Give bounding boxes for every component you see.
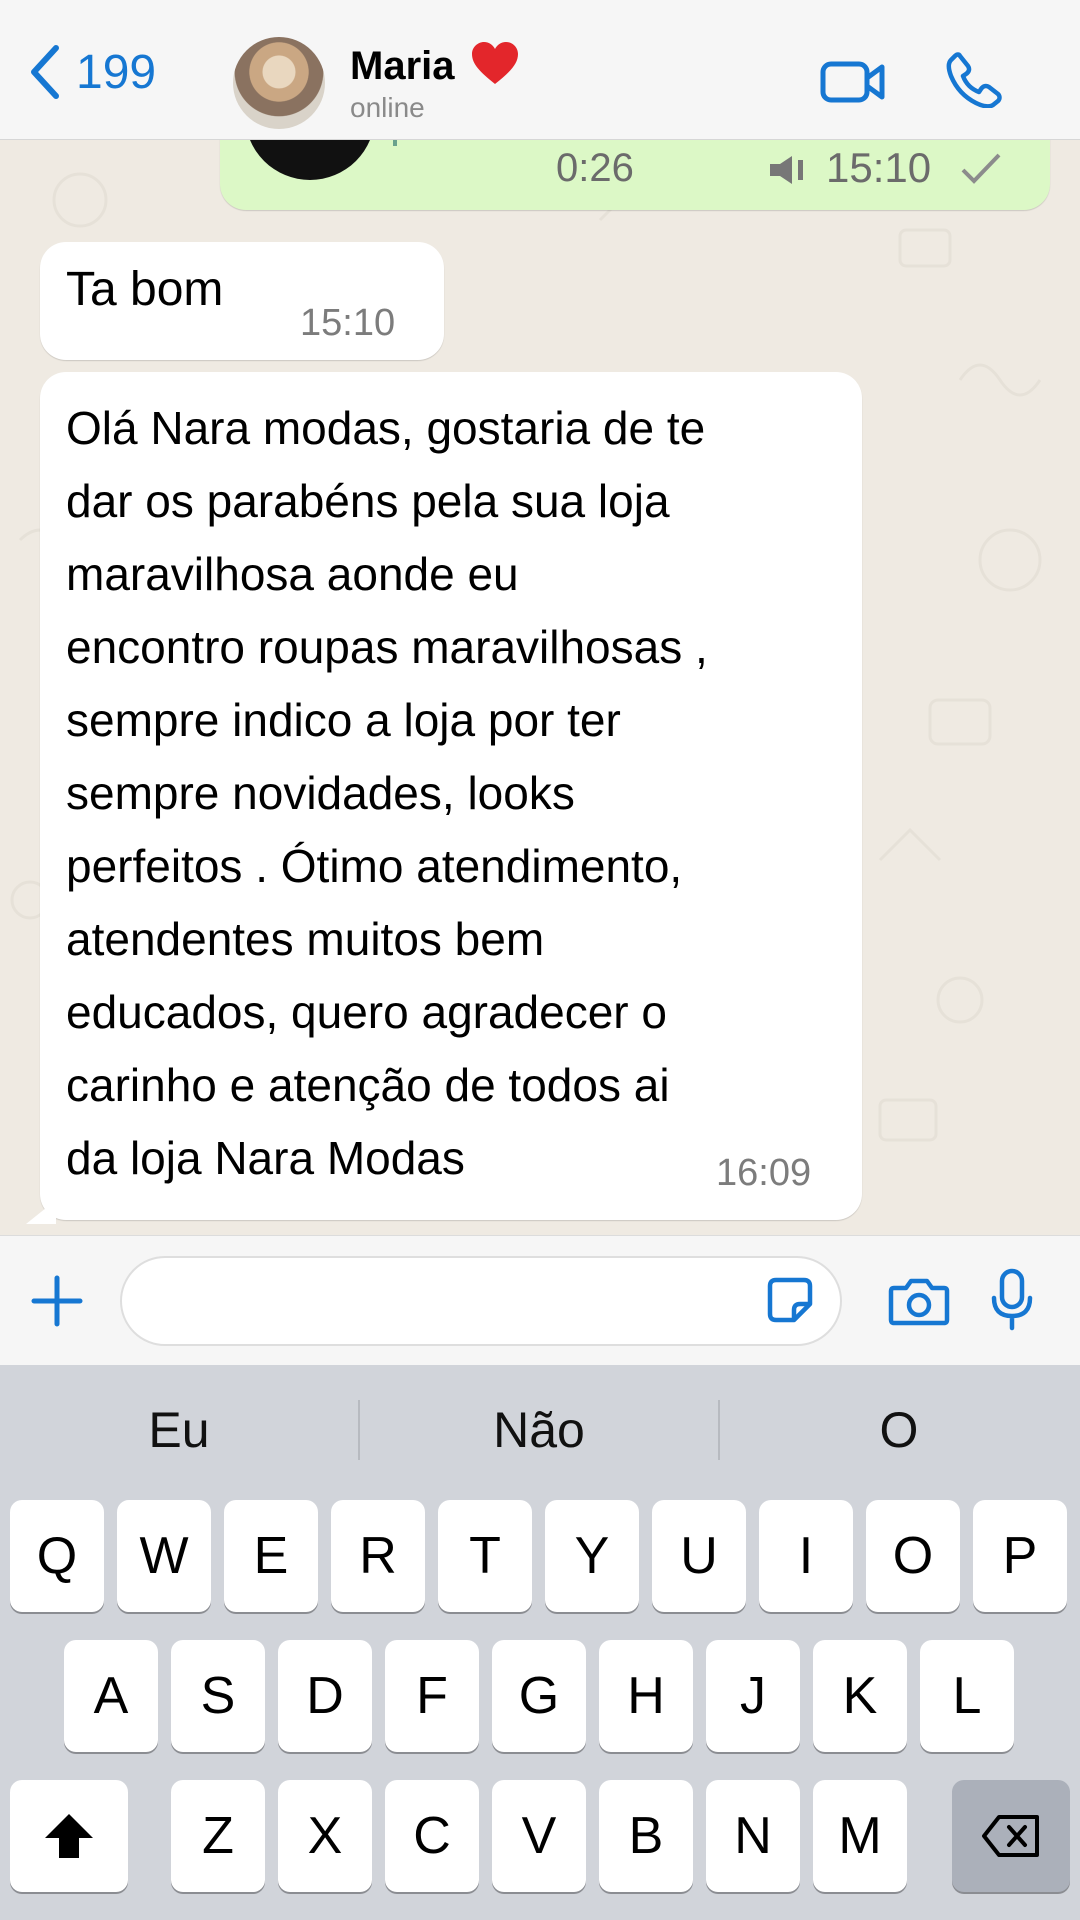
suggestion-item[interactable]: Não: [360, 1365, 718, 1495]
voice-avatar: [245, 140, 375, 180]
key-u[interactable]: U: [652, 1500, 746, 1612]
message-bubble[interactable]: Ta bom 15:10: [40, 242, 444, 360]
key-q[interactable]: Q: [10, 1500, 104, 1612]
speaker-icon: [770, 156, 803, 184]
chat-area[interactable]: 0:26 15:10 Ta bom 15:10 Olá Nara modas, …: [0, 140, 1080, 1235]
message-time: 16:09: [716, 1152, 812, 1194]
key-c[interactable]: C: [385, 1780, 479, 1892]
key-i[interactable]: I: [759, 1500, 853, 1612]
voice-duration: 0:26: [556, 146, 634, 190]
key-w[interactable]: W: [117, 1500, 211, 1612]
key-m[interactable]: M: [813, 1780, 907, 1892]
key-j[interactable]: J: [706, 1640, 800, 1752]
video-call-icon[interactable]: [820, 58, 886, 106]
key-v[interactable]: V: [492, 1780, 586, 1892]
key-l[interactable]: L: [920, 1640, 1014, 1752]
key-n[interactable]: N: [706, 1780, 800, 1892]
camera-icon[interactable]: [888, 1276, 950, 1326]
suggestion-item[interactable]: O: [720, 1365, 1078, 1495]
chevron-left-icon: [31, 45, 59, 99]
key-x[interactable]: X: [278, 1780, 372, 1892]
key-f[interactable]: F: [385, 1640, 479, 1752]
suggestion-bar: Eu Não O: [0, 1365, 1080, 1495]
heart-icon: [472, 42, 518, 84]
input-bar: [0, 1235, 1080, 1365]
shift-icon: [45, 1814, 93, 1858]
key-o[interactable]: O: [866, 1500, 960, 1612]
shift-key[interactable]: [10, 1780, 128, 1892]
unread-count: 199: [76, 45, 157, 99]
microphone-icon[interactable]: [990, 1268, 1034, 1332]
contact-status: online: [350, 92, 425, 123]
message-time: 15:10: [300, 302, 396, 344]
key-h[interactable]: H: [599, 1640, 693, 1752]
chat-header: 199 Maria online: [0, 0, 1080, 140]
voice-timestamp: 15:10: [826, 144, 932, 191]
back-button[interactable]: 199: [28, 44, 156, 100]
key-y[interactable]: Y: [545, 1500, 639, 1612]
key-s[interactable]: S: [171, 1640, 265, 1752]
voice-message[interactable]: 0:26 15:10: [220, 140, 1050, 210]
message-text: Ta bom: [66, 263, 224, 316]
key-b[interactable]: B: [599, 1780, 693, 1892]
backspace-icon: [982, 1815, 1039, 1857]
key-r[interactable]: R: [331, 1500, 425, 1612]
message-bubble[interactable]: Olá Nara modas, gostaria de te dar os pa…: [40, 372, 862, 1220]
key-z[interactable]: Z: [171, 1780, 265, 1892]
key-e[interactable]: E: [224, 1500, 318, 1612]
key-k[interactable]: K: [813, 1640, 907, 1752]
key-a[interactable]: A: [64, 1640, 158, 1752]
key-p[interactable]: P: [973, 1500, 1067, 1612]
suggestion-item[interactable]: Eu: [0, 1365, 358, 1495]
contact-name[interactable]: Maria: [350, 44, 455, 89]
phone-icon[interactable]: [946, 52, 1002, 108]
key-g[interactable]: G: [492, 1640, 586, 1752]
message-text: Olá Nara modas, gostaria de te dar os pa…: [66, 402, 708, 1184]
avatar[interactable]: [233, 37, 325, 129]
keyboard: Eu Não O Q W E R T Y U I O P A S D F G H…: [0, 1365, 1080, 1920]
key-d[interactable]: D: [278, 1640, 372, 1752]
backspace-key[interactable]: [952, 1780, 1070, 1892]
microphone-icon: [393, 140, 397, 146]
key-t[interactable]: T: [438, 1500, 532, 1612]
check-icon: [961, 153, 1001, 184]
plus-icon[interactable]: [30, 1274, 84, 1328]
sticker-icon[interactable]: [766, 1276, 814, 1324]
message-input[interactable]: [120, 1256, 842, 1346]
